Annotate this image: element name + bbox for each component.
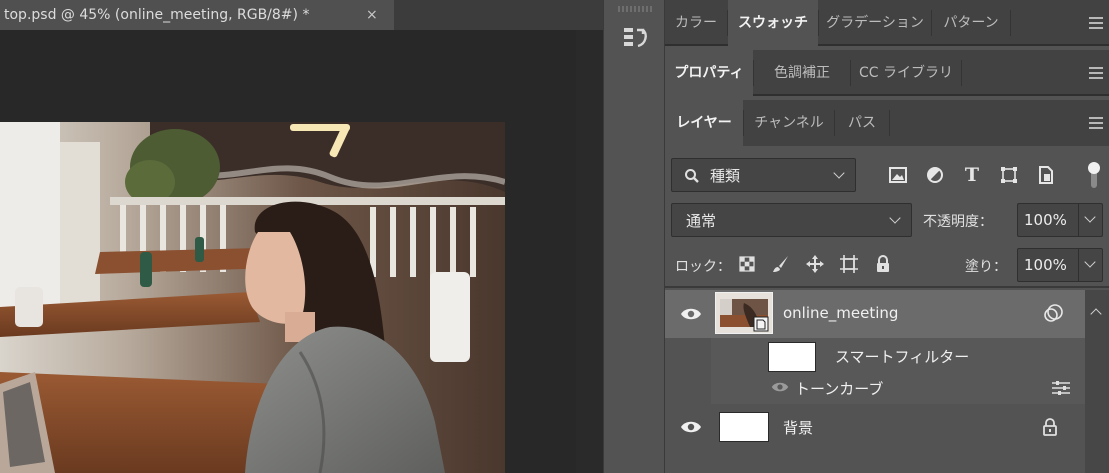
fill-field[interactable]: 100% (1017, 248, 1103, 282)
smart-object-filter-icon[interactable] (1033, 162, 1059, 188)
shape-filter-icon[interactable] (996, 162, 1022, 188)
document-tab-bar (394, 0, 603, 30)
chevron-down-icon (1084, 256, 1096, 268)
filter-blending-options-icon[interactable] (1051, 380, 1071, 396)
tab-properties[interactable]: プロパティ (665, 50, 753, 96)
layer-name[interactable]: 背景 (783, 417, 813, 438)
visibility-eye-icon[interactable] (680, 307, 702, 321)
tab-cc-libraries[interactable]: CC ライブラリ (851, 50, 961, 96)
fill-value: 100% (1024, 256, 1067, 274)
layers-panel-group: レイヤー チャンネル パス (665, 100, 1109, 146)
smart-object-thumbnail-icon (716, 293, 772, 333)
layer-background[interactable]: 背景 (665, 406, 1085, 448)
smart-filter-mask-thumbnail[interactable] (768, 342, 816, 372)
chevron-down-icon (833, 167, 845, 179)
smart-filters-icon[interactable] (1043, 303, 1065, 323)
smart-filter-group: スマートフィルター トーンカーブ (711, 338, 1085, 404)
panel-grip[interactable] (618, 6, 652, 12)
tab-gradients[interactable]: グラデーション (819, 0, 931, 46)
history-panel-button[interactable] (621, 24, 649, 52)
lock-image-pixels-icon[interactable] (769, 252, 793, 276)
canvas-vertical-scrollbar[interactable] (576, 30, 603, 473)
layers-divider (665, 286, 1109, 288)
visibility-eye-icon[interactable] (680, 420, 702, 434)
lock-icon[interactable] (1043, 418, 1057, 436)
image-filter-icon[interactable] (885, 162, 911, 188)
layer-filter-toggle[interactable] (1087, 160, 1101, 190)
lock-artboard-icon[interactable] (837, 252, 861, 276)
tab-paths[interactable]: パス (835, 100, 889, 146)
layer-thumbnail (719, 412, 769, 442)
filter-visibility-eye-icon[interactable] (771, 381, 789, 393)
history-icon (624, 28, 647, 48)
opacity-dropdown[interactable] (1078, 204, 1102, 236)
search-icon (685, 169, 699, 183)
blend-mode-value: 通常 (686, 212, 717, 230)
close-icon[interactable]: × (366, 0, 378, 30)
layer-name[interactable]: online_meeting (783, 304, 898, 322)
layers-scrollbar[interactable] (1085, 290, 1109, 473)
panel-menu-icon[interactable] (1089, 67, 1103, 79)
layer-filter-icons: T (885, 162, 1055, 188)
tab-swatches[interactable]: スウォッチ (728, 0, 818, 46)
layer-thumbnail (715, 292, 773, 334)
chevron-up-icon[interactable] (1090, 308, 1102, 320)
tab-channels[interactable]: チャンネル (744, 100, 834, 146)
photo-image (0, 122, 505, 473)
blend-mode-select[interactable]: 通常 (671, 203, 912, 237)
lock-all-icon[interactable] (871, 252, 895, 276)
layer-filter-kind-select[interactable]: 種類 (671, 158, 856, 192)
lock-transparent-pixels-icon[interactable] (735, 252, 759, 276)
properties-panel-group: プロパティ 色調補正 CC ライブラリ (665, 50, 1109, 96)
lock-label: ロック： (675, 259, 731, 275)
opacity-field[interactable]: 100% (1017, 203, 1103, 237)
filter-kind-value: 種類 (710, 167, 741, 185)
document-area: top.psd @ 45% (online_meeting, RGB/8#) *… (0, 0, 603, 473)
chevron-down-icon (1084, 211, 1096, 223)
smart-filter-label[interactable]: スマートフィルター (835, 346, 969, 367)
lock-position-icon[interactable] (803, 252, 827, 276)
tab-layers[interactable]: レイヤー (665, 100, 743, 146)
panel-menu-icon[interactable] (1089, 17, 1103, 29)
fill-dropdown[interactable] (1078, 249, 1102, 281)
tab-adjustments[interactable]: 色調補正 (754, 50, 850, 96)
curves-filter-label[interactable]: トーンカーブ (795, 378, 883, 399)
fill-label: 塗り： (965, 259, 1007, 275)
opacity-value: 100% (1024, 211, 1067, 229)
canvas-photo[interactable] (0, 122, 505, 473)
color-panel-group: カラー スウォッチ グラデーション パターン (665, 0, 1109, 46)
panels-dock: カラー スウォッチ グラデーション パターン プロパティ 色調補正 CC ライブ… (665, 0, 1109, 473)
document-tab[interactable]: top.psd @ 45% (online_meeting, RGB/8#) *… (0, 0, 394, 30)
chevron-down-icon (889, 212, 901, 224)
adjustment-filter-icon[interactable] (922, 162, 948, 188)
panel-menu-icon[interactable] (1089, 117, 1103, 129)
tab-color[interactable]: カラー (665, 0, 727, 46)
tab-patterns[interactable]: パターン (932, 0, 1010, 46)
type-filter-icon[interactable]: T (959, 162, 985, 188)
document-tab-title: top.psd @ 45% (online_meeting, RGB/8#) * (4, 7, 310, 23)
collapsed-panel-strip (603, 0, 665, 473)
layer-online-meeting[interactable]: online_meeting (665, 290, 1085, 338)
opacity-label: 不透明度： (923, 214, 993, 230)
